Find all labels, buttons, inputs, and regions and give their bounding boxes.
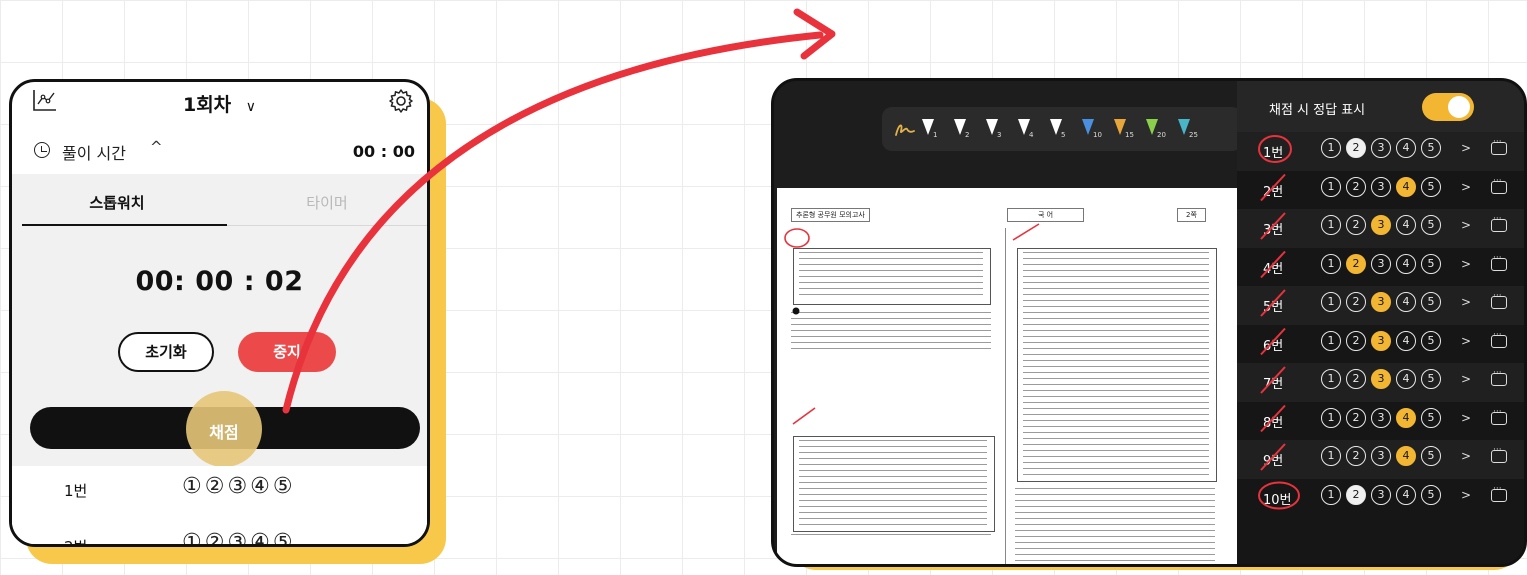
answer-options[interactable]: ①②③④⑤ (182, 530, 296, 544)
stop-button[interactable]: 중지 (238, 332, 336, 372)
pen-size-label: 15 (1125, 131, 1134, 139)
pen-size-label: 5 (1061, 131, 1066, 139)
pen-size-label: 20 (1157, 131, 1166, 139)
solve-time-value: 00 : 00 (352, 142, 415, 161)
phone-header: 1회차 ∨ (12, 82, 427, 122)
active-tab-indicator (22, 224, 227, 226)
tab-divider (227, 225, 427, 226)
red-pen-marks (784, 223, 1040, 425)
pen-size-label: 10 (1093, 131, 1102, 139)
pen-size-label: 25 (1189, 131, 1198, 139)
session-title[interactable]: 1회차 ∨ (12, 90, 427, 117)
answer-panel: 채점 시 정답 표시 1번12345>2번12345>3번12345>4번123… (1237, 81, 1524, 564)
pen-size-label: 2 (965, 131, 970, 139)
list-item: 2번 ①②③④⑤ (12, 522, 427, 547)
answer-list: 1번 ①②③④⑤ 2번 ①②③④⑤ (12, 466, 427, 547)
answer-options[interactable]: ①②③④⑤ (182, 474, 296, 499)
tablet-screen: 1 2 3 4 5 10 15 20 25 추론형 공무원 모의고사 국 어 2쪽 채점 시 정… (771, 78, 1527, 567)
exam-page: 추론형 공무원 모의고사 국 어 2쪽 (777, 188, 1239, 564)
reset-button[interactable]: 초기화 (118, 332, 214, 372)
solve-time-row[interactable]: 풀이 시간 ^ 00 : 00 (12, 130, 427, 170)
stopwatch-time: 00: 00 : 02 (135, 266, 304, 297)
red-grading-marks (1258, 135, 1300, 510)
pen-size-label: 3 (997, 131, 1002, 139)
handwriting-icon[interactable] (894, 119, 916, 139)
question-number: 1번 (64, 482, 88, 500)
clock-icon (34, 142, 50, 158)
tab-timer[interactable]: 타이머 (222, 192, 427, 213)
grade-button-label: 채점 (209, 423, 239, 442)
session-title-text: 1회차 (182, 94, 232, 116)
question-number: 2번 (64, 538, 88, 547)
solve-time-label: 풀이 시간 (62, 144, 126, 163)
chevron-up-icon[interactable]: ^ (150, 138, 163, 156)
pen-size-label: 1 (933, 131, 938, 139)
stopwatch-panel: 스톱워치 타이머 00: 00 : 02 초기화 중지 채점 1번 ①②③④⑤ … (12, 174, 427, 547)
timer-tabs: 스톱워치 타이머 (12, 174, 427, 228)
gear-icon[interactable] (387, 87, 415, 115)
tab-stopwatch[interactable]: 스톱워치 (12, 192, 222, 213)
pen-toolbar: 1 2 3 4 5 10 15 20 25 (882, 107, 1242, 151)
pen-size-label: 4 (1029, 131, 1034, 139)
phone-screen: 1회차 ∨ 풀이 시간 ^ 00 : 00 스톱워치 타이머 00: 00 : … (9, 79, 430, 547)
chevron-down-icon: ∨ (245, 99, 257, 115)
list-item: 1번 ①②③④⑤ (12, 466, 427, 512)
